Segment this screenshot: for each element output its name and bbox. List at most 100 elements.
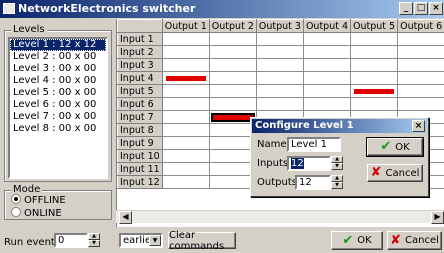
crosspoint-cell[interactable] — [161, 97, 210, 111]
order-select[interactable]: earlier ▼ — [119, 233, 163, 248]
input-row-header[interactable]: Input 8 — [117, 123, 163, 137]
close-button[interactable]: × — [429, 2, 443, 15]
level-list-item[interactable]: Level 1 : 12 x 12 — [10, 39, 106, 51]
crosspoint-cell[interactable] — [161, 45, 210, 59]
crosspoint-cell[interactable] — [255, 71, 304, 85]
dialog-close-button[interactable]: × — [412, 120, 425, 132]
crosspoint-cell[interactable] — [397, 32, 444, 46]
outputs-spinner[interactable]: ▲ ▼ — [331, 175, 343, 190]
input-row-header[interactable]: Input 10 — [117, 149, 163, 163]
ok-button[interactable]: ✔ OK — [331, 231, 383, 250]
outputs-field[interactable]: 12 — [295, 175, 331, 190]
scroll-left-icon[interactable]: ◀ — [119, 211, 132, 224]
output-column-header[interactable]: Output 1 — [161, 19, 210, 33]
crosspoint-cell[interactable] — [397, 71, 444, 85]
minimize-button[interactable]: _ — [399, 2, 413, 15]
level-list-item[interactable]: Level 6 : 00 x 00 — [10, 99, 106, 111]
offline-radio[interactable] — [11, 194, 21, 204]
crosspoint-cell[interactable] — [208, 58, 257, 72]
dialog-ok-button[interactable]: ✔ OK — [366, 137, 424, 157]
chevron-down-icon[interactable]: ▼ — [149, 235, 161, 246]
crosspoint-cell[interactable] — [397, 84, 444, 98]
crosspoint-cell[interactable] — [350, 71, 399, 85]
input-row-header[interactable]: Input 5 — [117, 84, 163, 98]
crosspoint-cell[interactable] — [350, 97, 399, 111]
level-list-item[interactable]: Level 7 : 00 x 00 — [10, 111, 106, 123]
crosspoint-cell[interactable] — [302, 45, 352, 59]
crosspoint-route-marker — [165, 75, 206, 81]
crosspoint-cell[interactable] — [161, 136, 210, 150]
crosspoint-cell[interactable] — [208, 84, 257, 98]
crosspoint-cell[interactable] — [161, 149, 210, 163]
name-label: Name — [257, 139, 287, 150]
dialog-title-bar: Configure Level 1 × — [252, 119, 427, 133]
crosspoint-cell[interactable] — [255, 45, 304, 59]
level-list-item[interactable]: Level 5 : 00 x 00 — [10, 87, 106, 99]
crosspoint-cell[interactable] — [161, 162, 210, 176]
output-column-header[interactable]: Output 4 — [302, 19, 352, 33]
crosspoint-cell[interactable] — [208, 45, 257, 59]
input-row-header[interactable]: Input 7 — [117, 110, 163, 124]
crosspoint-cell[interactable] — [208, 97, 257, 111]
grid-corner — [117, 19, 163, 33]
dialog-title: Configure Level 1 — [255, 120, 354, 131]
output-column-header[interactable]: Output 6 — [397, 19, 444, 33]
crosspoint-cell[interactable] — [397, 45, 444, 59]
input-row-header[interactable]: Input 2 — [117, 45, 163, 59]
online-radio[interactable] — [11, 207, 21, 217]
crosspoint-cell[interactable] — [208, 71, 257, 85]
cancel-button[interactable]: ✘ Cancel — [387, 231, 442, 250]
crosspoint-cell[interactable] — [161, 32, 210, 46]
input-row-header[interactable]: Input 11 — [117, 162, 163, 176]
level-list-item[interactable]: Level 8 : 00 x 00 — [10, 123, 106, 135]
run-event-spinner[interactable]: ▲ ▼ — [88, 233, 100, 248]
crosspoint-cell[interactable] — [350, 32, 399, 46]
output-column-header[interactable]: Output 5 — [350, 19, 399, 33]
crosspoint-cell[interactable] — [350, 84, 399, 98]
crosspoint-cell[interactable] — [350, 58, 399, 72]
inputs-spinner[interactable]: ▲ ▼ — [331, 156, 343, 171]
crosspoint-cell[interactable] — [255, 32, 304, 46]
output-column-header[interactable]: Output 3 — [255, 19, 304, 33]
crosspoint-cell[interactable] — [397, 97, 444, 111]
crosspoint-cell[interactable] — [161, 110, 210, 124]
input-row-header[interactable]: Input 3 — [117, 58, 163, 72]
crosspoint-cell[interactable] — [302, 97, 352, 111]
name-field[interactable]: Level 1 — [287, 137, 341, 152]
input-row-header[interactable]: Input 6 — [117, 97, 163, 111]
scroll-right-icon[interactable]: ▶ — [431, 211, 444, 224]
input-row-header[interactable]: Input 4 — [117, 71, 163, 85]
restore-button[interactable]: □ — [414, 2, 428, 15]
crosspoint-cell[interactable] — [161, 123, 210, 137]
crosspoint-cell[interactable] — [208, 32, 257, 46]
input-row-header[interactable]: Input 9 — [117, 136, 163, 150]
level-list-item[interactable]: Level 4 : 00 x 00 — [10, 75, 106, 87]
crosspoint-cell[interactable] — [161, 175, 210, 189]
clear-commands-button[interactable]: Clear commands — [168, 230, 236, 252]
level-list-item[interactable]: Level 2 : 00 x 00 — [10, 51, 106, 63]
mode-offline-option[interactable]: OFFLINE — [11, 194, 66, 206]
crosspoint-cell[interactable] — [255, 97, 304, 111]
crosspoint-cell[interactable] — [255, 84, 304, 98]
crosspoint-cell[interactable] — [302, 71, 352, 85]
levels-listbox[interactable]: Level 1 : 12 x 12 Level 2 : 00 x 00 Level … — [8, 37, 108, 179]
crosspoint-cell[interactable] — [255, 58, 304, 72]
crosspoint-cell[interactable] — [302, 58, 352, 72]
inputs-field[interactable]: 12 — [287, 156, 331, 171]
dialog-cancel-button[interactable]: ✘ Cancel — [367, 164, 423, 182]
mode-online-option[interactable]: ONLINE — [11, 207, 62, 219]
crosspoint-cell[interactable] — [350, 45, 399, 59]
input-row: Input 6 — [117, 97, 444, 111]
input-row-header[interactable]: Input 1 — [117, 32, 163, 46]
crosspoint-cell[interactable] — [302, 32, 352, 46]
horizontal-scrollbar[interactable]: ◀ ▶ — [116, 210, 444, 224]
output-column-header[interactable]: Output 2 — [208, 19, 257, 33]
run-event-field[interactable]: 0 — [54, 233, 88, 248]
crosspoint-cell[interactable] — [161, 71, 210, 85]
crosspoint-cell[interactable] — [161, 84, 210, 98]
level-list-item[interactable]: Level 3 : 00 x 00 — [10, 63, 106, 75]
crosspoint-cell[interactable] — [302, 84, 352, 98]
crosspoint-cell[interactable] — [161, 58, 210, 72]
crosspoint-cell[interactable] — [397, 58, 444, 72]
input-row-header[interactable]: Input 12 — [117, 175, 163, 189]
